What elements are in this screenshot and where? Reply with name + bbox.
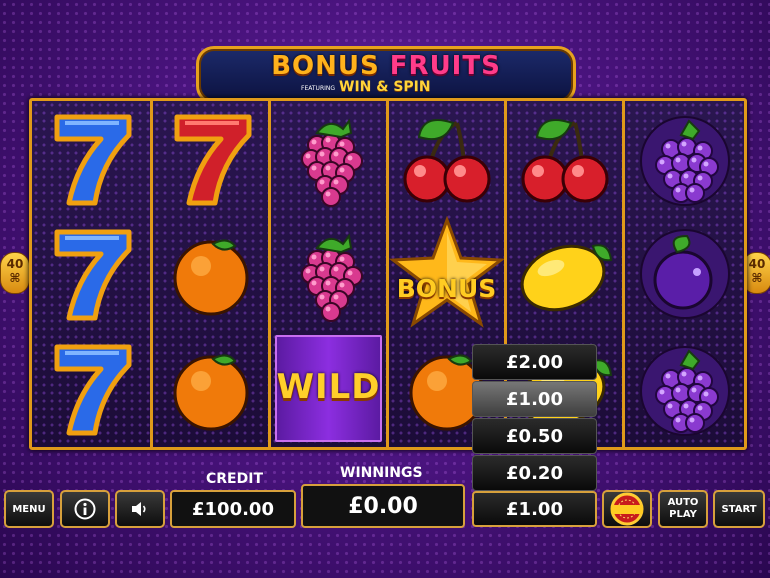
paylines-count: 40 xyxy=(6,257,24,271)
menu-label: MENU xyxy=(12,503,46,515)
paylines-marker-left: 40 ⌘ xyxy=(0,252,30,294)
lemon-symbol xyxy=(507,216,622,331)
wild-label: WILD xyxy=(276,367,381,407)
game-logo: BONUS FRUITS xyxy=(199,51,573,81)
winnings-value: £0.00 xyxy=(348,493,418,519)
raspberry-symbol xyxy=(271,101,386,216)
grapes-symbol xyxy=(625,101,744,216)
autoplay-button[interactable]: AUTO PLAY xyxy=(658,490,708,528)
info-button[interactable] xyxy=(60,490,110,528)
sound-button[interactable] xyxy=(115,490,165,528)
reel-6 xyxy=(622,101,744,447)
start-label: START xyxy=(721,503,757,515)
winnings-display: £0.00 xyxy=(301,484,465,528)
reel-2 xyxy=(150,101,268,447)
stake-option-selected[interactable]: £1.00 xyxy=(472,381,597,417)
logo-word-bonus: BONUS xyxy=(271,51,380,81)
blue-seven-symbol xyxy=(32,101,150,216)
menu-button[interactable]: MENU xyxy=(4,490,54,528)
winnings-label: WINNINGS xyxy=(340,465,423,481)
stake-value: £1.00 xyxy=(506,498,563,520)
logo-featuring: FEATURING xyxy=(301,85,336,92)
orange-symbol xyxy=(153,216,268,331)
stake-option[interactable]: £0.50 xyxy=(472,418,597,454)
blue-seven-symbol xyxy=(32,216,150,331)
cherry-symbol xyxy=(507,101,622,216)
stake-button[interactable]: £1.00 xyxy=(472,491,597,527)
cherry-symbol xyxy=(389,101,504,216)
credit-value: £100.00 xyxy=(192,498,274,520)
paylines-symbol: ⌘ xyxy=(9,271,21,285)
paylines-symbol: ⌘ xyxy=(751,271,763,285)
wild-symbol: WILD xyxy=(271,331,386,446)
info-icon xyxy=(74,498,96,520)
reel-1 xyxy=(32,101,150,447)
stake-option[interactable]: £0.20 xyxy=(472,455,597,491)
speaker-icon xyxy=(132,502,146,516)
fortune-spins-button[interactable] xyxy=(602,490,652,528)
red-seven-symbol xyxy=(153,101,268,216)
start-button[interactable]: START xyxy=(713,490,765,528)
credit-label: CREDIT xyxy=(206,471,263,487)
bonus-star-symbol: BONUS xyxy=(388,215,505,331)
game-logo-banner: BONUS FRUITS FEATURING WIN & SPIN xyxy=(196,46,576,104)
autoplay-label-line2: PLAY xyxy=(669,509,697,520)
blue-seven-symbol xyxy=(32,331,150,446)
stake-selector[interactable]: £2.00 £1.00 £0.50 £0.20 xyxy=(472,344,597,492)
logo-subtitle: WIN & SPIN xyxy=(339,79,431,95)
reel-frame: WILD BONUS xyxy=(29,98,747,450)
autoplay-label-line1: AUTO xyxy=(667,497,699,508)
logo-word-fruits: FRUITS xyxy=(389,51,501,81)
grapes-symbol xyxy=(625,331,744,446)
credit-display: £100.00 xyxy=(170,490,296,528)
stake-option[interactable]: £2.00 xyxy=(472,344,597,380)
orange-symbol xyxy=(153,331,268,446)
paylines-count: 40 xyxy=(748,257,766,271)
bonus-label: BONUS xyxy=(396,274,497,303)
fortune-spins-icon xyxy=(610,492,644,526)
raspberry-symbol xyxy=(271,216,386,331)
reel-3: WILD xyxy=(268,101,386,447)
plum-symbol xyxy=(625,216,744,331)
